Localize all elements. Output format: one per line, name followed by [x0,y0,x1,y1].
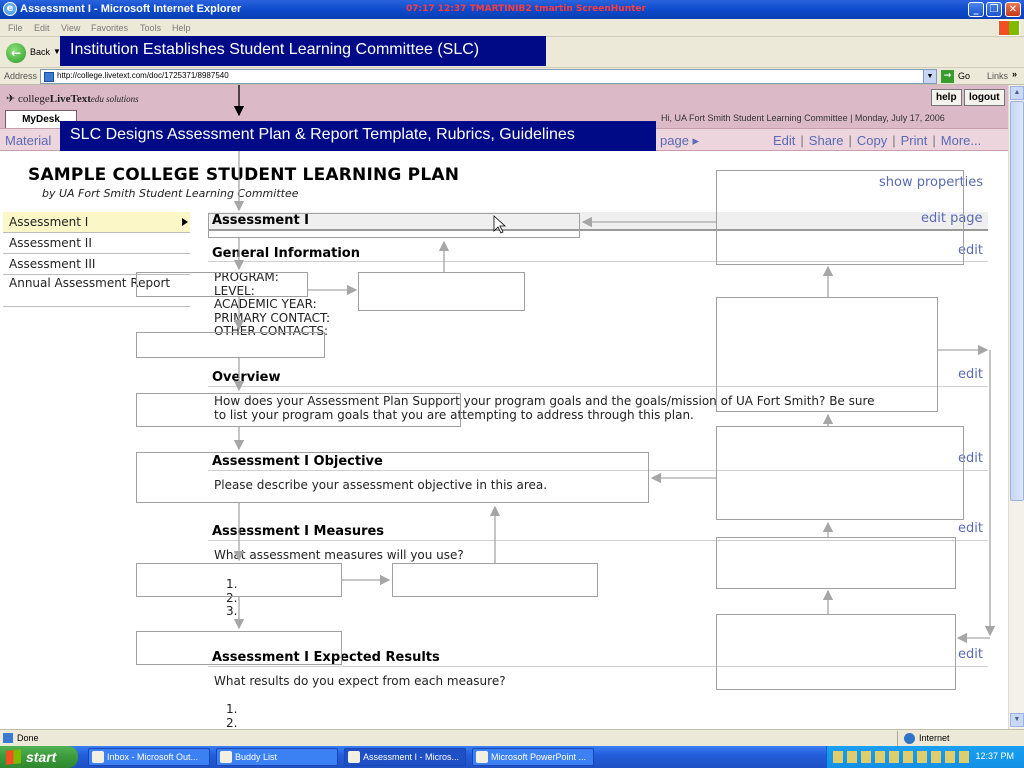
close-button[interactable]: ✕ [1005,2,1021,17]
internet-globe-icon [904,733,915,744]
scroll-up-icon[interactable]: ▲ [1010,86,1024,100]
windows-flag-icon [998,20,1020,36]
window-title: Assessment I - Microsoft Internet Explor… [20,3,242,15]
menu-file[interactable]: File [8,23,23,33]
menu-tools[interactable]: Tools [140,23,161,33]
page-icon [44,72,54,82]
status-bar: Done Internet [0,729,1024,746]
address-label: Address [4,71,38,81]
menu-bar: File Edit View Favorites Tools Help [0,19,1024,37]
address-dropdown-icon[interactable]: ▼ [923,70,936,83]
page-scrollbar[interactable]: ▲ ▼ [1008,85,1024,729]
go-arrow-icon[interactable]: → [941,70,954,83]
screen-recorder-label: 07:17 12:37 TMARTINIB2 tmartin ScreenHun… [406,4,646,14]
taskbar-item-powerpoint[interactable]: Microsoft PowerPoint ... [472,748,594,766]
flowchart-connectors [233,85,996,644]
back-arrow-icon[interactable]: ← [6,43,26,63]
go-button[interactable]: Go [958,71,970,81]
callout-slc-established: Institution Establishes Student Learning… [60,36,546,66]
taskbar-item-label: Assessment I - Micros... [363,752,460,762]
ie-icon [348,751,360,763]
address-bar: Address http://college.livetext.com/doc/… [0,68,1024,85]
address-url[interactable]: http://college.livetext.com/doc/1725371/… [57,71,229,80]
menu-edit[interactable]: Edit [34,23,50,33]
start-button[interactable]: start [0,746,78,768]
restore-button[interactable]: ❐ [986,2,1002,17]
outlook-icon [92,751,104,763]
security-zone-label: Internet [919,733,950,743]
taskbar-item-label: Buddy List [235,752,278,762]
menu-help[interactable]: Help [172,23,191,33]
taskbar-item-buddy-list[interactable]: Buddy List [216,748,338,766]
links-label[interactable]: Links [987,71,1008,81]
status-divider [897,731,898,746]
system-tray: 12:37 PM [826,746,1024,768]
taskbar-item-outlook[interactable]: Inbox - Microsoft Out... [88,748,210,766]
ie-app-icon: e [3,2,17,16]
minimize-button[interactable]: _ [968,2,984,17]
menu-favorites[interactable]: Favorites [91,23,128,33]
page-viewport: ✈ collegeLiveTextedu solutions help logo… [0,85,1008,729]
taskbar-item-label: Microsoft PowerPoint ... [491,752,587,762]
tray-clock[interactable]: 12:37 PM [975,751,1014,761]
windows-taskbar: start Inbox - Microsoft Out... Buddy Lis… [0,746,1024,768]
status-text: Done [17,733,39,743]
taskbar-item-ie[interactable]: Assessment I - Micros... [344,748,466,766]
callout-slc-designs-plan: SLC Designs Assessment Plan & Report Tem… [60,121,656,151]
page-done-icon [3,733,13,743]
address-input[interactable]: http://college.livetext.com/doc/1725371/… [40,69,937,84]
menu-view[interactable]: View [61,23,80,33]
back-button-label[interactable]: Back [30,47,50,57]
scroll-thumb[interactable] [1010,101,1024,501]
links-chevron-icon[interactable]: » [1012,69,1017,79]
start-label: start [26,749,57,765]
aim-icon [220,751,232,763]
scroll-down-icon[interactable]: ▼ [1010,713,1024,727]
tray-icons[interactable] [833,751,973,763]
powerpoint-icon [476,751,488,763]
taskbar-item-label: Inbox - Microsoft Out... [107,752,199,762]
window-titlebar[interactable]: e Assessment I - Microsoft Internet Expl… [0,0,1024,19]
windows-flag-icon [6,749,21,765]
